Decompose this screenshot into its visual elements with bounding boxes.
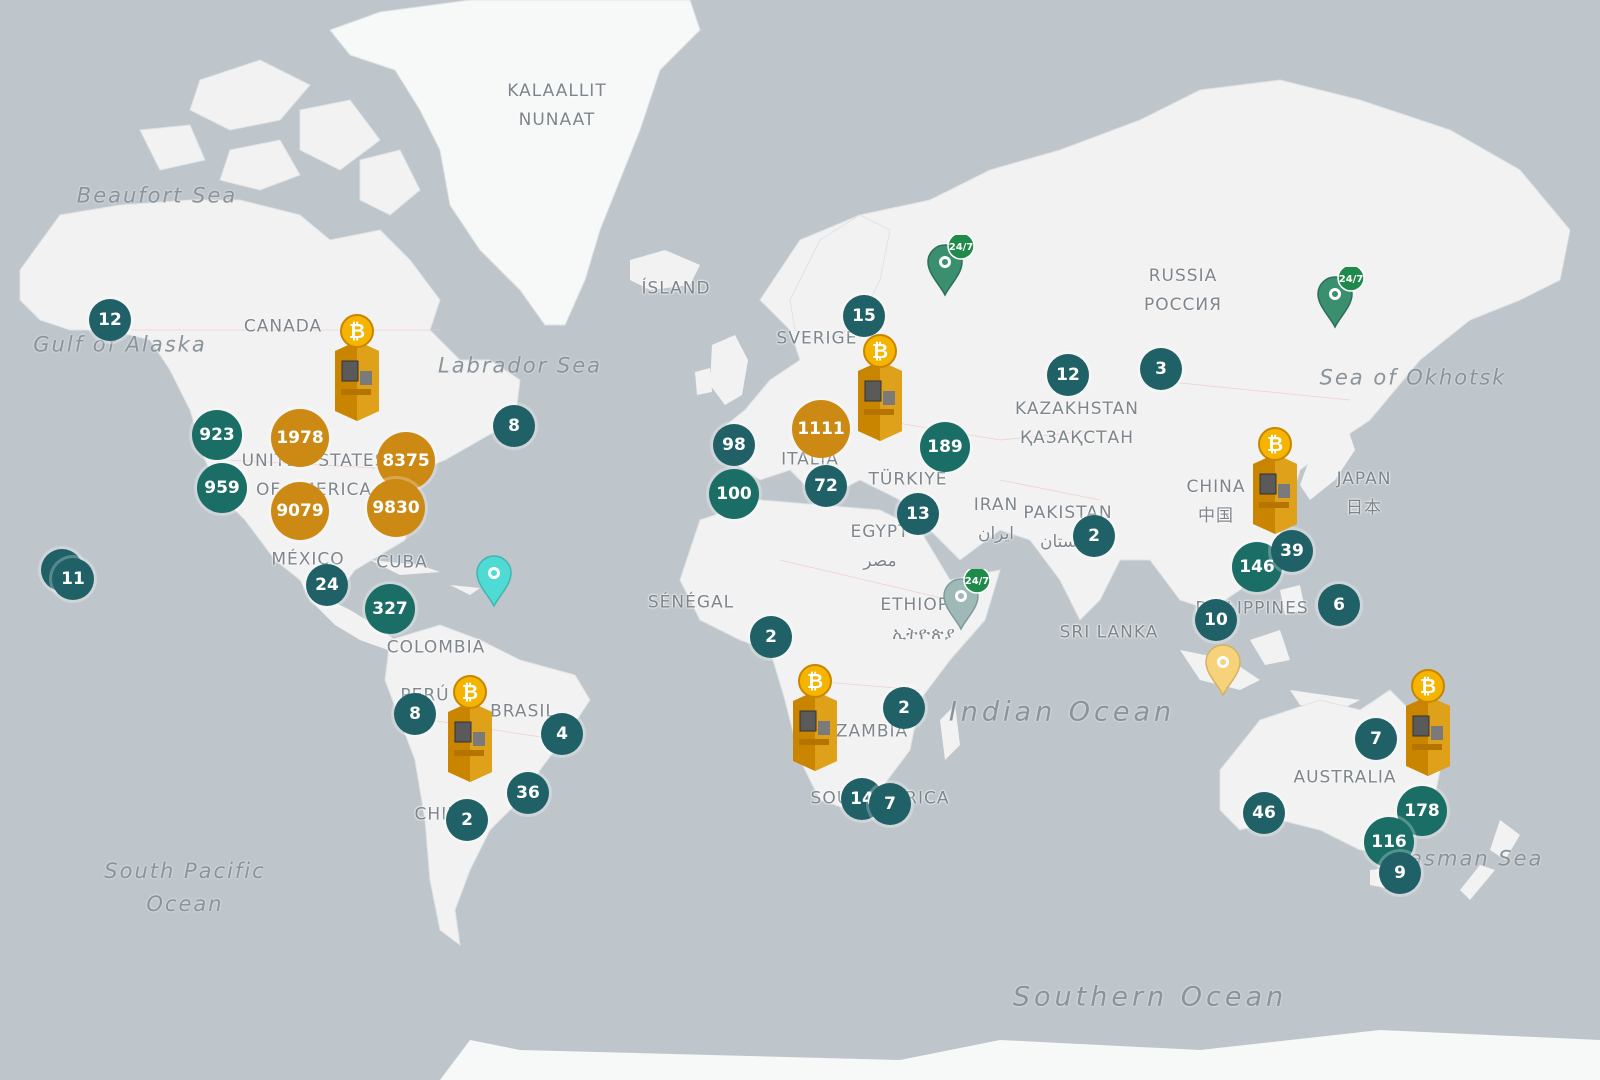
atm-pin-yakutia[interactable]: 24/7 bbox=[1310, 267, 1370, 329]
country-label-japan: JAPAN 日本 bbox=[1336, 469, 1392, 518]
atm-cluster-uk[interactable]: 98 bbox=[713, 424, 755, 466]
atm-cluster-chile[interactable]: 2 bbox=[446, 799, 488, 841]
svg-text:₿: ₿ bbox=[462, 680, 478, 704]
sea-label-beaufort: Beaufort Sea bbox=[76, 183, 238, 208]
svg-text:₿: ₿ bbox=[1420, 674, 1436, 698]
atm-cluster-balkans[interactable]: 189 bbox=[920, 422, 970, 472]
bitcoin-atm-icon-europe[interactable]: ₿ bbox=[850, 333, 910, 443]
atm-cluster-vietnam[interactable]: 10 bbox=[1195, 599, 1237, 641]
pin-badge-label: 24/7 bbox=[965, 576, 990, 587]
country-label-russia: RUSSIA РОССИЯ bbox=[1144, 266, 1222, 315]
atm-cluster-aus-n[interactable]: 7 bbox=[1355, 718, 1397, 760]
svg-text:₿: ₿ bbox=[807, 669, 823, 693]
bitcoin-atm-icon-east-asia[interactable]: ₿ bbox=[1245, 426, 1305, 536]
country-label-australia: AUSTRALIA bbox=[1293, 767, 1397, 788]
atm-cluster-us-se[interactable]: 9830 bbox=[367, 479, 425, 537]
atm-cluster-sweden[interactable]: 15 bbox=[843, 295, 885, 337]
atm-cluster-taiwan[interactable]: 39 bbox=[1271, 530, 1313, 572]
uk-landmass bbox=[695, 335, 748, 405]
atm-cluster-e-africa[interactable]: 2 bbox=[883, 687, 925, 729]
ocean-label-southern: Southern Ocean bbox=[1012, 981, 1288, 1013]
atm-cluster-india[interactable]: 2 bbox=[1073, 515, 1115, 557]
svg-text:₿: ₿ bbox=[1267, 432, 1283, 456]
atm-cluster-siberia[interactable]: 3 bbox=[1140, 348, 1182, 390]
bitcoin-atm-icon-north-america[interactable]: ₿ bbox=[327, 313, 387, 423]
atm-cluster-canada-east[interactable]: 8 bbox=[493, 405, 535, 447]
pin-badge-label: 24/7 bbox=[949, 242, 974, 253]
country-label-colombia: COLOMBIA bbox=[386, 637, 486, 658]
svg-text:₿: ₿ bbox=[872, 339, 888, 363]
atm-cluster-us-central[interactable]: 1978 bbox=[271, 409, 329, 467]
atm-cluster-w-africa[interactable]: 2 bbox=[750, 616, 792, 658]
atm-cluster-spain[interactable]: 100 bbox=[709, 469, 759, 519]
atm-cluster-mexico[interactable]: 24 bbox=[306, 564, 348, 606]
country-label-kazakhstan: KAZAKHSTAN ҚАЗАҚСТАН bbox=[1015, 399, 1139, 448]
ocean-label-indian: Indian Ocean bbox=[948, 696, 1176, 728]
world-map[interactable]: KALAALLIT NUNAAT CANADA UNITED STATES OF… bbox=[0, 0, 1600, 1080]
bitcoin-atm-icon-australia[interactable]: ₿ bbox=[1398, 668, 1458, 778]
atm-pin-indonesia[interactable] bbox=[1203, 643, 1243, 697]
country-label-senegal: SÉNÉGAL bbox=[647, 592, 735, 613]
sea-label-okhotsk: Sea of Okhotsk bbox=[1319, 365, 1507, 390]
atm-cluster-brasil[interactable]: 4 bbox=[541, 713, 583, 755]
atm-cluster-peru[interactable]: 8 bbox=[394, 693, 436, 735]
atm-cluster-hawaii[interactable]: 11 bbox=[52, 558, 94, 600]
atm-cluster-us-south[interactable]: 9079 bbox=[271, 482, 329, 540]
svg-text:₿: ₿ bbox=[349, 319, 365, 343]
atm-cluster-europe[interactable]: 1111 bbox=[792, 400, 850, 458]
atm-pin-caribbean[interactable] bbox=[474, 554, 514, 608]
atm-pin-st-petersburg[interactable]: 24/7 bbox=[920, 235, 980, 297]
country-label-sverige: SVERIGE bbox=[776, 328, 858, 349]
atm-cluster-us-west[interactable]: 959 bbox=[197, 463, 247, 513]
sea-label-southpacific: South Pacific Ocean bbox=[104, 859, 266, 916]
atm-cluster-italy[interactable]: 72 bbox=[805, 465, 847, 507]
north-america-landmass bbox=[19, 199, 521, 601]
atm-cluster-mideast[interactable]: 13 bbox=[897, 493, 939, 535]
country-label-island: ÍSLAND bbox=[641, 278, 711, 299]
pin-badge-label: 24/7 bbox=[1339, 274, 1364, 285]
atm-cluster-central-am[interactable]: 327 bbox=[365, 584, 415, 634]
country-label-cuba: CUBA bbox=[376, 552, 428, 573]
country-label-china: CHINA 中国 bbox=[1186, 477, 1246, 526]
atm-pin-ethiopia[interactable]: 24/7 bbox=[936, 569, 996, 631]
atm-cluster-aus-w[interactable]: 46 bbox=[1243, 792, 1285, 834]
antarctica-landmass bbox=[440, 1030, 1600, 1080]
country-label-canada: CANADA bbox=[243, 316, 323, 337]
bitcoin-atm-icon-south-america[interactable]: ₿ bbox=[440, 674, 500, 784]
location-pin-icon bbox=[1205, 644, 1241, 697]
atm-cluster-brasil-s[interactable]: 36 bbox=[507, 772, 549, 814]
location-pin-icon bbox=[476, 555, 512, 608]
country-label-iran: IRAN ایران bbox=[973, 495, 1019, 544]
atm-cluster-s-africa-b[interactable]: 7 bbox=[869, 783, 911, 825]
sea-label-labrador: Labrador Sea bbox=[437, 353, 603, 378]
atm-cluster-tasmania[interactable]: 9 bbox=[1379, 852, 1421, 894]
atm-cluster-kazakh[interactable]: 12 bbox=[1047, 354, 1089, 396]
country-label-greenland: KALAALLIT NUNAAT bbox=[507, 81, 607, 130]
south-america-landmass bbox=[384, 624, 591, 947]
atm-cluster-us-nw[interactable]: 923 bbox=[192, 410, 242, 460]
atm-cluster-philippines[interactable]: 6 bbox=[1318, 584, 1360, 626]
bitcoin-atm-icon-africa[interactable]: ₿ bbox=[785, 663, 845, 773]
country-label-srilanka: SRI LANKA bbox=[1059, 622, 1159, 643]
atm-cluster-alaska[interactable]: 12 bbox=[89, 299, 131, 341]
